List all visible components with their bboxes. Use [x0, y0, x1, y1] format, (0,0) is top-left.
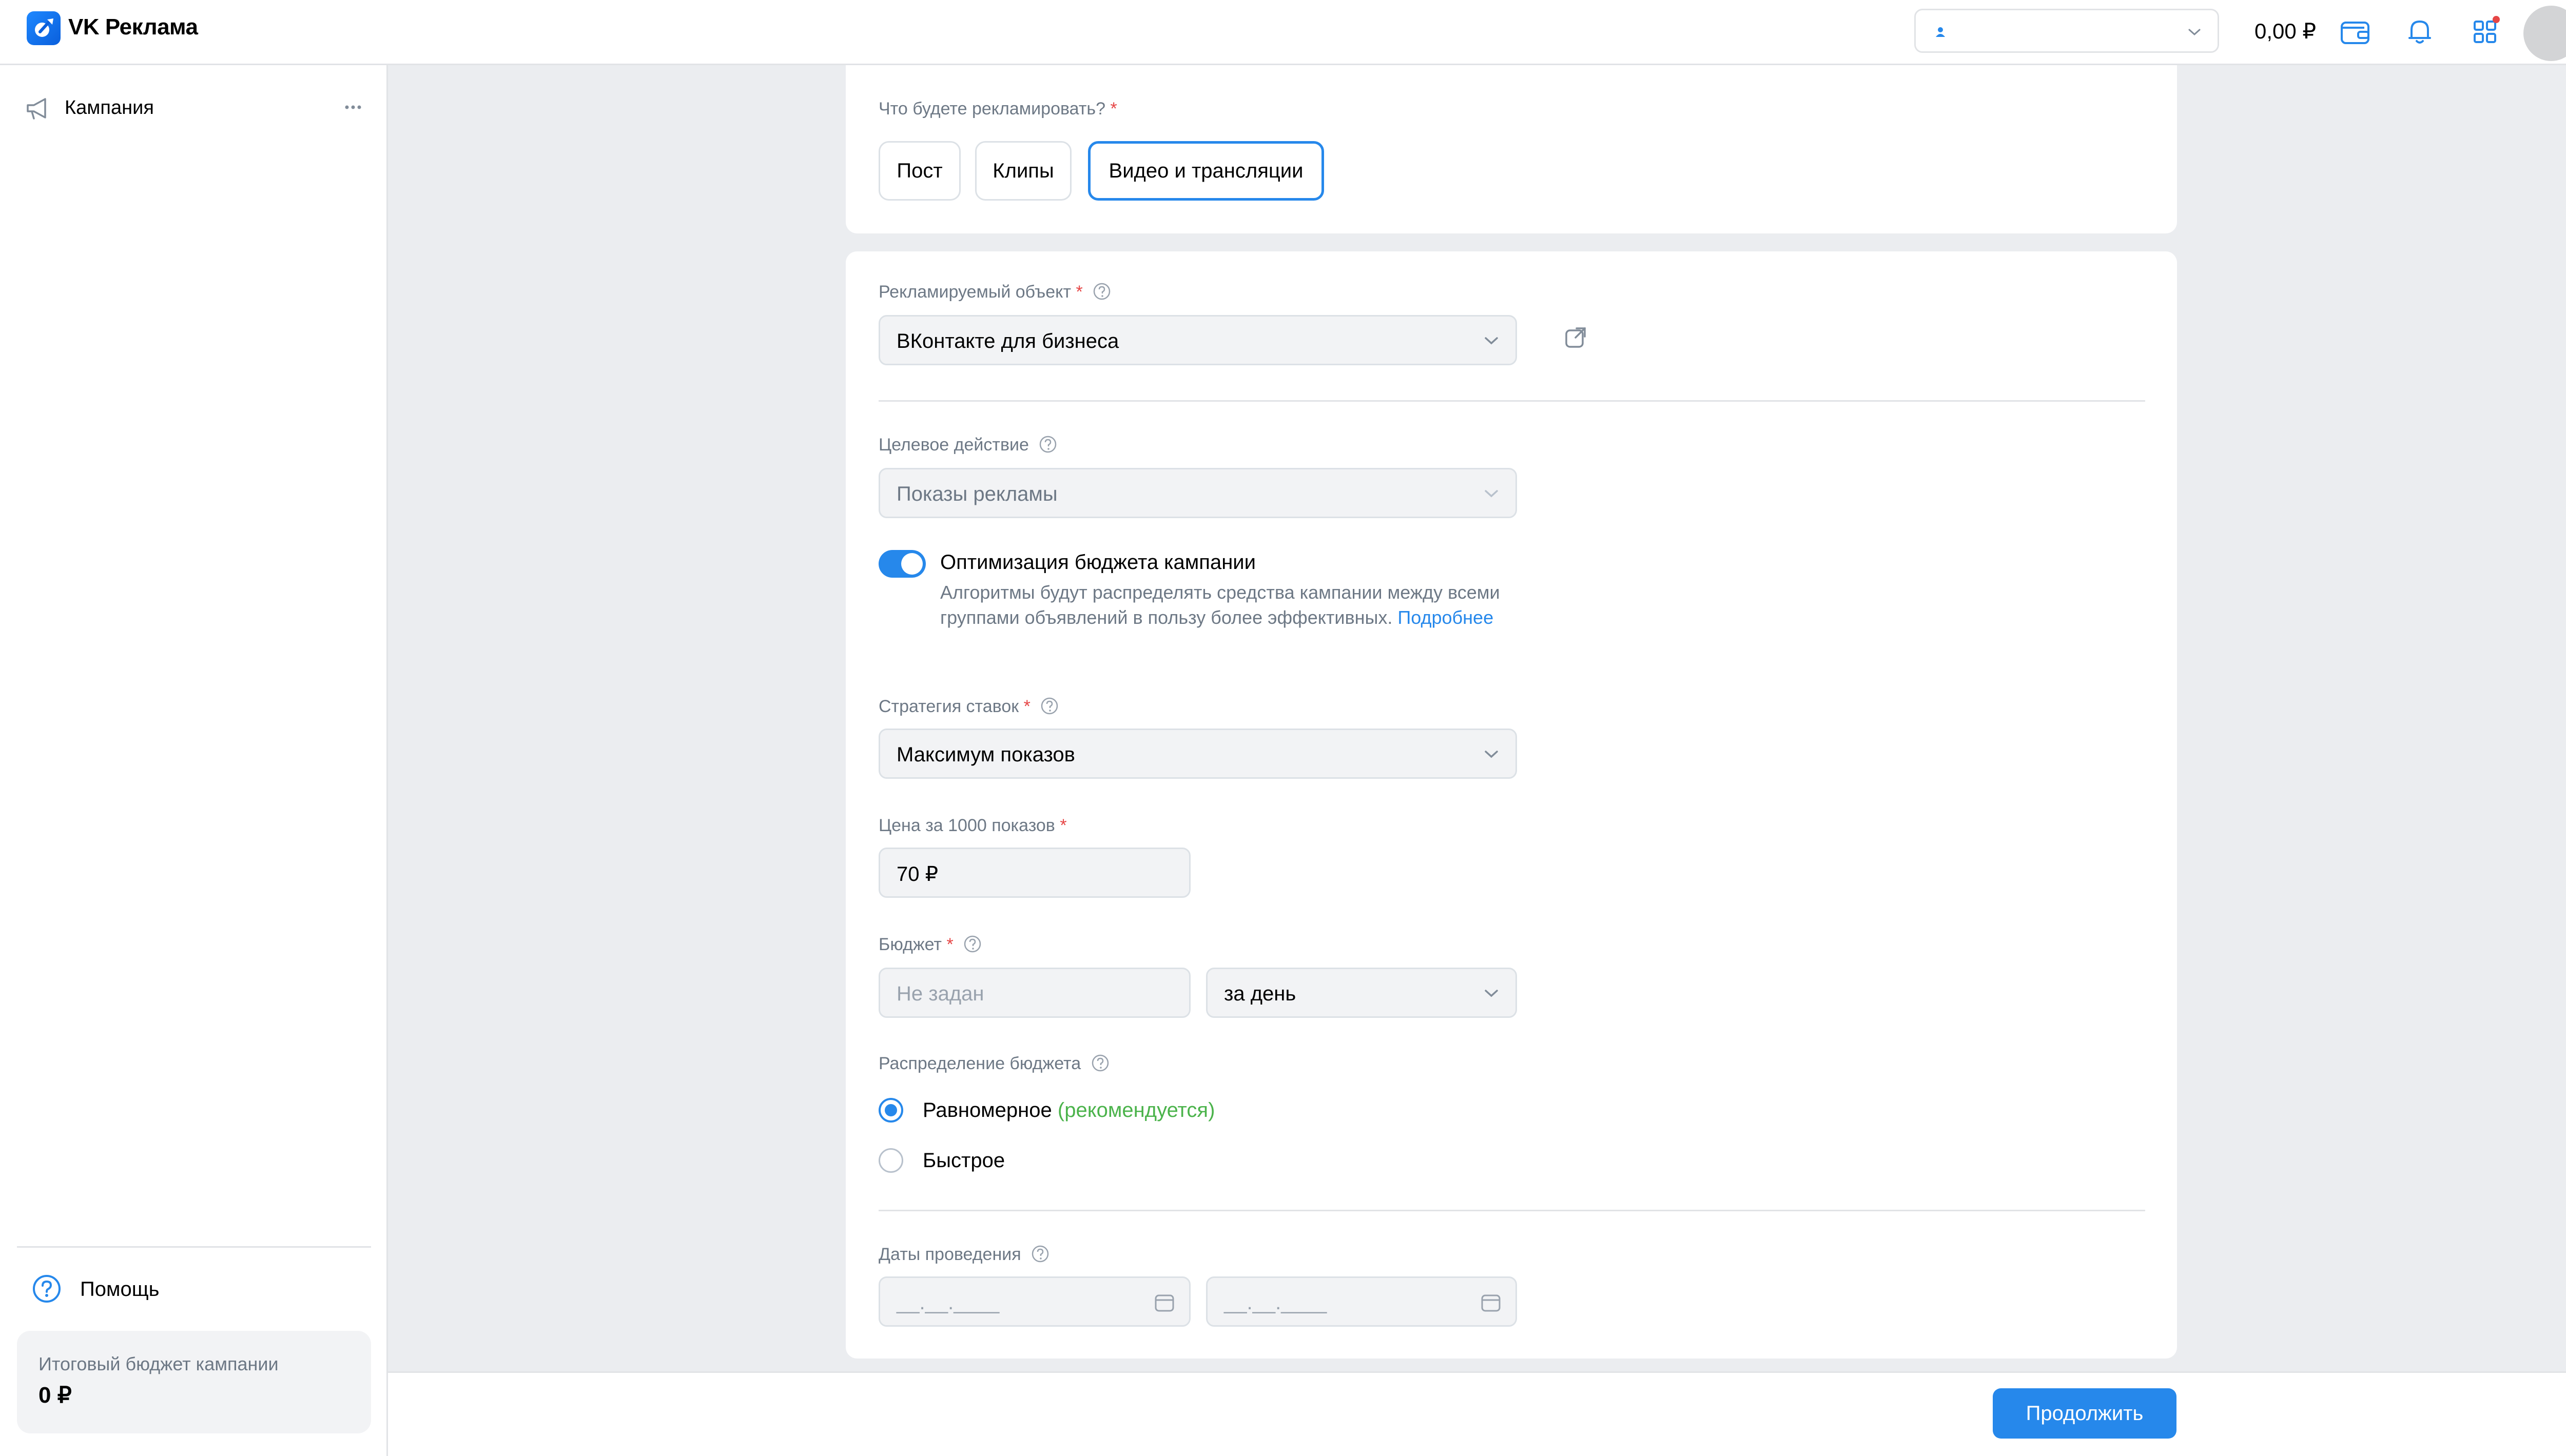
help-circle-icon[interactable]: [1093, 282, 1111, 301]
object-select-value: ВКонтакте для бизнеса: [897, 330, 1119, 352]
chevron-down-icon: [1485, 337, 1498, 345]
required-mark: *: [1060, 816, 1067, 835]
budget-period-value: за день: [1224, 982, 1296, 1005]
more-info-link[interactable]: Подробнее: [1397, 607, 1493, 628]
bid-strategy-value: Максимум показов: [897, 743, 1075, 766]
external-link-icon[interactable]: [1562, 324, 1589, 351]
recommended-note: (рекомендуется): [1057, 1099, 1215, 1121]
footer-bar: Продолжить: [388, 1371, 2566, 1456]
brand-title[interactable]: VK Реклама: [68, 14, 198, 40]
sidebar: Кампания Помощь Итоговый бюджет кампании…: [0, 65, 388, 1456]
strategy-label: Стратегия ставок *: [879, 697, 1059, 717]
strategy-label-text: Стратегия ставок: [879, 697, 1019, 716]
budget-label-text: Бюджет: [879, 935, 942, 954]
target-label-text: Целевое действие: [879, 435, 1029, 455]
person-icon: [1936, 27, 1945, 37]
divider: [17, 1246, 371, 1248]
target-action-select[interactable]: Показы рекламы: [879, 468, 1517, 518]
chip-video-streams[interactable]: Видео и трансляции: [1088, 141, 1324, 201]
optimization-description: Алгоритмы будут распределять средства ка…: [940, 580, 1505, 630]
object-select[interactable]: ВКонтакте для бизнеса: [879, 315, 1517, 365]
end-date-placeholder: __.__.____: [1224, 1291, 1327, 1314]
bid-strategy-select[interactable]: Максимум показов: [879, 729, 1517, 779]
price-input[interactable]: 70 ₽: [879, 848, 1191, 898]
start-date-placeholder: __.__.____: [897, 1291, 1000, 1314]
top-bar: VK Реклама 0,00 ₽: [0, 0, 2566, 65]
chevron-down-icon: [1485, 990, 1498, 997]
divider: [879, 1210, 2145, 1211]
price-label: Цена за 1000 показов *: [879, 816, 1067, 836]
avatar[interactable]: [2523, 6, 2566, 61]
distribution-label-text: Распределение бюджета: [879, 1054, 1081, 1073]
optimization-title: Оптимизация бюджета кампании: [940, 551, 1256, 574]
divider: [879, 400, 2145, 402]
ad-format-card: Что будете рекламировать? * Пост Клипы В…: [846, 65, 2177, 233]
help-label: Помощь: [80, 1278, 160, 1301]
question-icon: [33, 1275, 61, 1303]
more-icon[interactable]: [343, 97, 363, 117]
required-mark: *: [946, 935, 954, 954]
account-select[interactable]: [1914, 9, 2219, 53]
distribution-label: Распределение бюджета: [879, 1054, 1110, 1074]
help-circle-icon[interactable]: [1040, 697, 1059, 715]
radio-even-label[interactable]: Равномерное (рекомендуется): [923, 1099, 1215, 1122]
price-input-value: 70 ₽: [897, 863, 939, 886]
required-mark: *: [1110, 99, 1117, 119]
target-label: Целевое действие: [879, 435, 1057, 455]
budget-input[interactable]: Не задан: [879, 968, 1191, 1018]
what-label: Что будете рекламировать? *: [879, 99, 1117, 119]
radio-even-text: Равномерное: [923, 1099, 1052, 1121]
object-label: Рекламируемый объект *: [879, 282, 1111, 302]
radio-even[interactable]: [879, 1098, 903, 1123]
end-date-input[interactable]: __.__.____: [1206, 1276, 1517, 1327]
budget-period-select[interactable]: за день: [1206, 968, 1517, 1018]
chip-clips[interactable]: Клипы: [975, 141, 1072, 201]
sidebar-item-label: Кампания: [65, 97, 154, 119]
dates-label-text: Даты проведения: [879, 1245, 1021, 1264]
help-circle-icon[interactable]: [963, 935, 982, 953]
target-action-value: Показы рекламы: [897, 483, 1058, 505]
calendar-icon[interactable]: [1153, 1291, 1176, 1314]
radio-fast[interactable]: [879, 1148, 903, 1173]
budget-optimization-toggle[interactable]: [879, 550, 926, 578]
help-circle-icon[interactable]: [1091, 1054, 1110, 1072]
price-label-text: Цена за 1000 показов: [879, 816, 1055, 835]
radio-fast-label[interactable]: Быстрое: [923, 1149, 1005, 1172]
total-budget-card: Итоговый бюджет кампании 0 ₽: [17, 1331, 371, 1433]
wallet-icon[interactable]: [2339, 15, 2371, 48]
megaphone-icon: [27, 98, 46, 120]
sidebar-item-campaign[interactable]: Кампания: [25, 91, 363, 127]
help-circle-icon[interactable]: [1039, 435, 1057, 454]
budget-input-placeholder: Не задан: [897, 982, 984, 1005]
chevron-down-icon: [1485, 751, 1498, 758]
calendar-icon[interactable]: [1480, 1291, 1502, 1314]
budget-label: Бюджет *: [879, 935, 982, 955]
object-label-text: Рекламируемый объект: [879, 282, 1072, 302]
help-circle-icon[interactable]: [1031, 1245, 1049, 1263]
campaign-settings-card: Рекламируемый объект * ВКонтакте для биз…: [846, 251, 2177, 1359]
total-budget-title: Итоговый бюджет кампании: [38, 1353, 279, 1374]
total-budget-value: 0 ₽: [38, 1383, 72, 1408]
help-link[interactable]: Помощь: [32, 1271, 288, 1307]
required-mark: *: [1076, 282, 1083, 302]
chevron-down-icon: [1485, 490, 1498, 498]
balance-amount[interactable]: 0,00 ₽: [2254, 18, 2316, 44]
start-date-input[interactable]: __.__.____: [879, 1276, 1191, 1327]
dates-label: Даты проведения: [879, 1245, 1049, 1265]
apps-grid-icon[interactable]: [2470, 15, 2502, 48]
what-label-text: Что будете рекламировать?: [879, 99, 1106, 119]
chip-post[interactable]: Пост: [879, 141, 961, 201]
required-mark: *: [1023, 697, 1031, 716]
vk-ads-logo-icon[interactable]: [27, 11, 61, 45]
chevron-down-icon: [2188, 29, 2201, 36]
continue-button[interactable]: Продолжить: [1993, 1388, 2176, 1439]
bell-icon[interactable]: [2403, 15, 2436, 48]
